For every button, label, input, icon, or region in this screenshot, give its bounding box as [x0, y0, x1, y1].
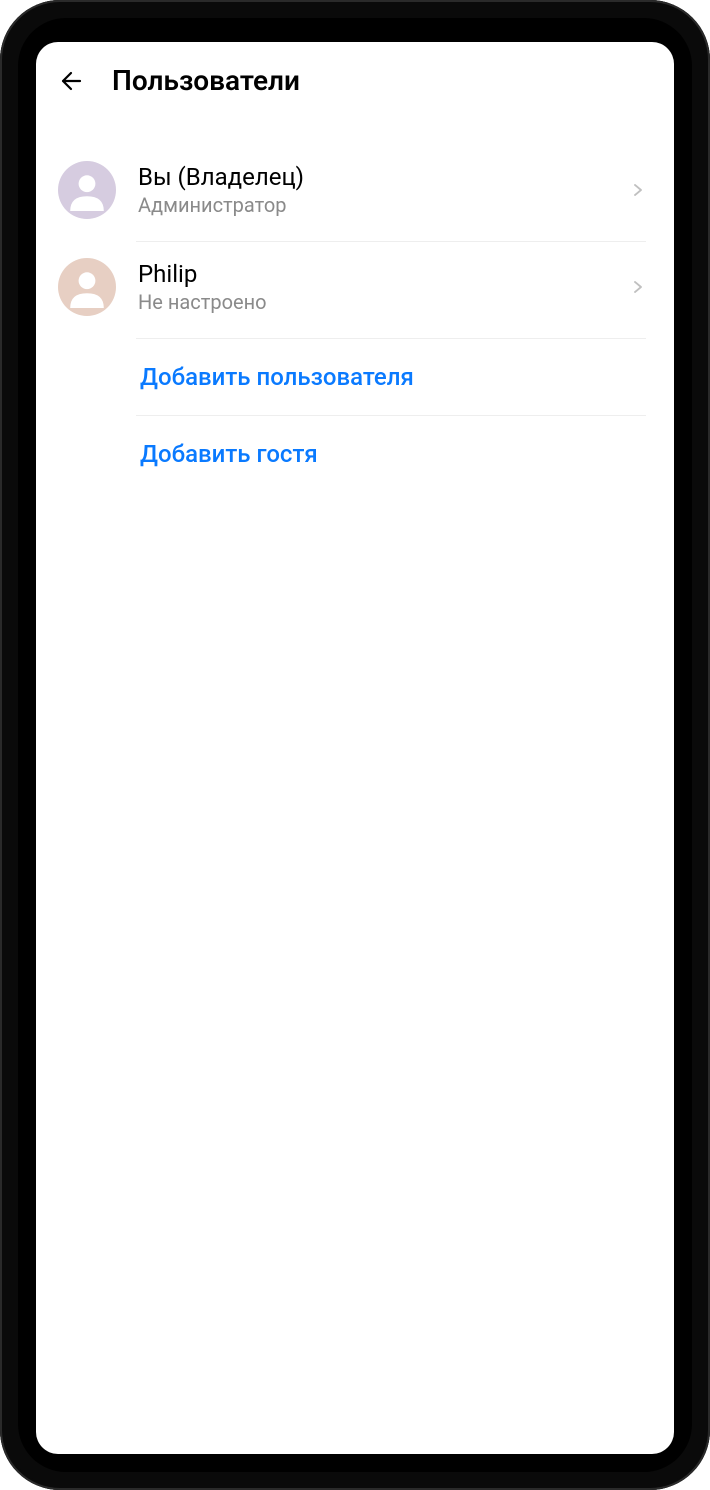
- content: Вы (Владелец) Администратор: [36, 115, 674, 1454]
- page-title: Пользователи: [112, 64, 300, 97]
- chevron-right-icon: [630, 279, 646, 295]
- device-inner-frame: Пользователи Вы (Владелец) Администратор: [18, 18, 692, 1472]
- add-user-label: Добавить пользователя: [140, 363, 646, 391]
- user-subtitle: Администратор: [138, 193, 608, 217]
- back-button[interactable]: [56, 65, 88, 97]
- avatar: [58, 161, 116, 219]
- add-user-button[interactable]: Добавить пользователя: [36, 339, 674, 415]
- user-name: Philip: [138, 260, 608, 288]
- user-name: Вы (Владелец): [138, 163, 608, 191]
- person-icon: [66, 169, 108, 211]
- person-icon: [66, 266, 108, 308]
- screen: Пользователи Вы (Владелец) Администратор: [36, 42, 674, 1454]
- user-row-philip[interactable]: Philip Не настроено: [36, 242, 674, 338]
- user-row-owner[interactable]: Вы (Владелец) Администратор: [36, 145, 674, 241]
- device-frame: Пользователи Вы (Владелец) Администратор: [0, 0, 710, 1490]
- avatar: [58, 258, 116, 316]
- chevron-right-icon: [630, 182, 646, 198]
- header: Пользователи: [36, 42, 674, 115]
- add-guest-button[interactable]: Добавить гостя: [36, 416, 674, 492]
- user-info: Вы (Владелец) Администратор: [138, 163, 608, 217]
- add-guest-label: Добавить гостя: [140, 440, 646, 468]
- user-subtitle: Не настроено: [138, 290, 608, 314]
- user-info: Philip Не настроено: [138, 260, 608, 314]
- back-arrow-icon: [58, 67, 86, 95]
